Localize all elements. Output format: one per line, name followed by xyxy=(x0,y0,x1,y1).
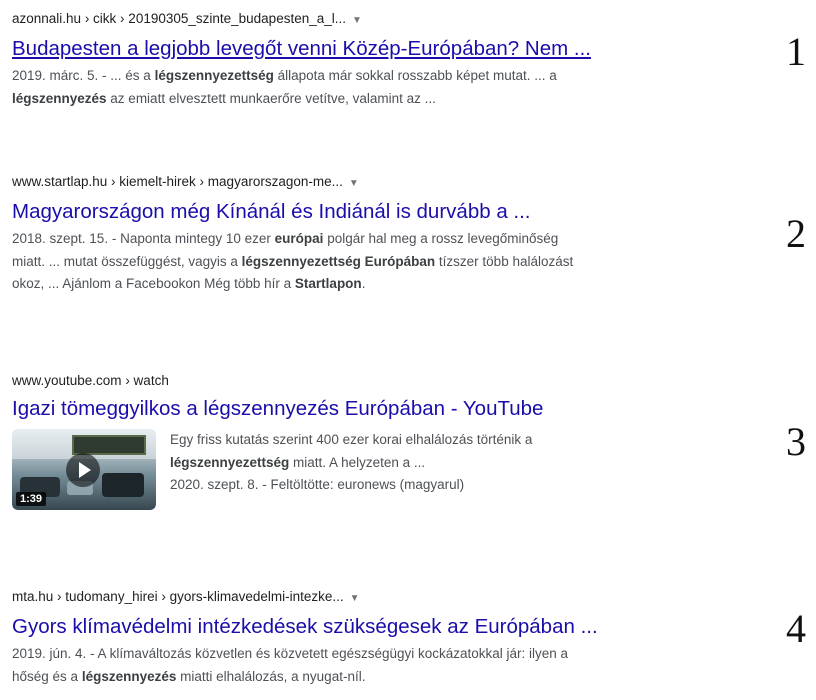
snippet-text: 2018. szept. 15. - Naponta mintegy 10 ez… xyxy=(12,231,275,246)
result-domain: www.youtube.com xyxy=(12,373,122,388)
snippet-text: miatti elhalálozás, a nyugat-níl. xyxy=(176,668,366,684)
snippet-keyword: légszennyezés xyxy=(81,668,177,684)
snippet-text: 2019. jún. 4. - A klímaváltozás közvetle… xyxy=(12,646,569,661)
video-meta: 2020. szept. 8. - Feltöltötte: euronews … xyxy=(170,477,465,492)
result-domain: www.startlap.hu xyxy=(12,174,108,189)
result-path: › kiemelt-hirek › magyarorszagon-me... xyxy=(107,174,343,189)
play-icon[interactable] xyxy=(66,453,100,487)
result-path: › cikk › 20190305_szinte_budapesten_a_l.… xyxy=(81,11,346,26)
breadcrumb: www.startlap.hu › kiemelt-hirek › magyar… xyxy=(12,173,732,193)
snippet-text: tízszer több halálozást xyxy=(435,253,574,269)
breadcrumb: mta.hu › tudomany_hirei › gyors-klimaved… xyxy=(12,588,732,608)
snippet-keyword: légszennyezettség xyxy=(154,68,274,83)
result-snippet: 2019. márc. 5. - ... és a légszennyezett… xyxy=(12,65,732,110)
snippet-text: hőség és a xyxy=(12,668,82,684)
snippet-text: az emiatt elvesztett munkaerőre vetítve,… xyxy=(106,90,436,106)
snippet-keyword: légszennyezettség xyxy=(170,454,290,470)
video-duration: 1:39 xyxy=(16,492,47,506)
result-path: › tudomany_hirei › gyors-klimavedelmi-in… xyxy=(53,589,344,604)
snippet-text: Egy friss kutatás szerint 400 ezer korai… xyxy=(170,432,533,447)
caret-down-icon[interactable]: ▼ xyxy=(350,590,360,608)
result-number: 4 xyxy=(786,606,806,651)
snippet-text: okoz, ... Ajánlom a Facebookon Még több … xyxy=(12,276,295,291)
snippet-keyword: Startlapon xyxy=(294,276,362,291)
result-domain: azonnali.hu xyxy=(12,11,82,26)
video-result: 1:39 Egy friss kutatás szerint 400 ezer … xyxy=(12,429,732,510)
video-thumbnail[interactable]: 1:39 xyxy=(12,429,156,510)
thumbnail-car xyxy=(102,473,144,497)
snippet-keyword: légszennyezettség Európában xyxy=(241,253,436,269)
video-snippet: Egy friss kutatás szerint 400 ezer korai… xyxy=(170,429,532,510)
snippet-text: polgár hal meg a rossz levegőminőség xyxy=(323,231,559,246)
snippet-text: miatt. A helyzeten a ... xyxy=(289,454,426,470)
result-title-link[interactable]: Budapesten a legjobb levegőt venni Közép… xyxy=(12,35,732,63)
search-result-2: www.startlap.hu › kiemelt-hirek › magyar… xyxy=(12,173,732,296)
snippet-keyword: európai xyxy=(274,231,324,246)
breadcrumb: azonnali.hu › cikk › 20190305_szinte_bud… xyxy=(12,10,732,30)
result-title-link[interactable]: Igazi tömeggyilkos a légszennyezés Európ… xyxy=(12,395,732,423)
result-snippet: 2019. jún. 4. - A klímaváltozás közvetle… xyxy=(12,643,732,688)
search-result-1: azonnali.hu › cikk › 20190305_szinte_bud… xyxy=(12,10,732,110)
result-title-link[interactable]: Gyors klímavédelmi intézkedések szüksége… xyxy=(12,613,732,641)
caret-down-icon[interactable]: ▼ xyxy=(349,175,359,193)
thumbnail-sign xyxy=(72,435,146,455)
snippet-text: . xyxy=(361,276,366,291)
result-snippet: 2018. szept. 15. - Naponta mintegy 10 ez… xyxy=(12,228,732,296)
result-title-link[interactable]: Magyarországon még Kínánál és Indiánál i… xyxy=(12,198,732,226)
caret-down-icon[interactable]: ▼ xyxy=(352,12,362,30)
snippet-text: 2019. márc. 5. - ... és a xyxy=(12,68,155,83)
search-result-4: mta.hu › tudomany_hirei › gyors-klimaved… xyxy=(12,588,732,688)
result-domain: mta.hu xyxy=(12,589,54,604)
snippet-text: állapota már sokkal rosszabb képet mutat… xyxy=(273,68,557,83)
result-number: 1 xyxy=(786,29,806,74)
result-number: 3 xyxy=(786,419,806,464)
search-result-3: www.youtube.com › watch Igazi tömeggyilk… xyxy=(12,372,732,510)
result-number: 2 xyxy=(786,211,806,256)
result-path: › watch xyxy=(121,373,169,388)
snippet-text: miatt. ... mutat összefüggést, vagyis a xyxy=(12,253,242,269)
breadcrumb: www.youtube.com › watch xyxy=(12,372,732,390)
snippet-keyword: légszennyezés xyxy=(12,90,107,106)
